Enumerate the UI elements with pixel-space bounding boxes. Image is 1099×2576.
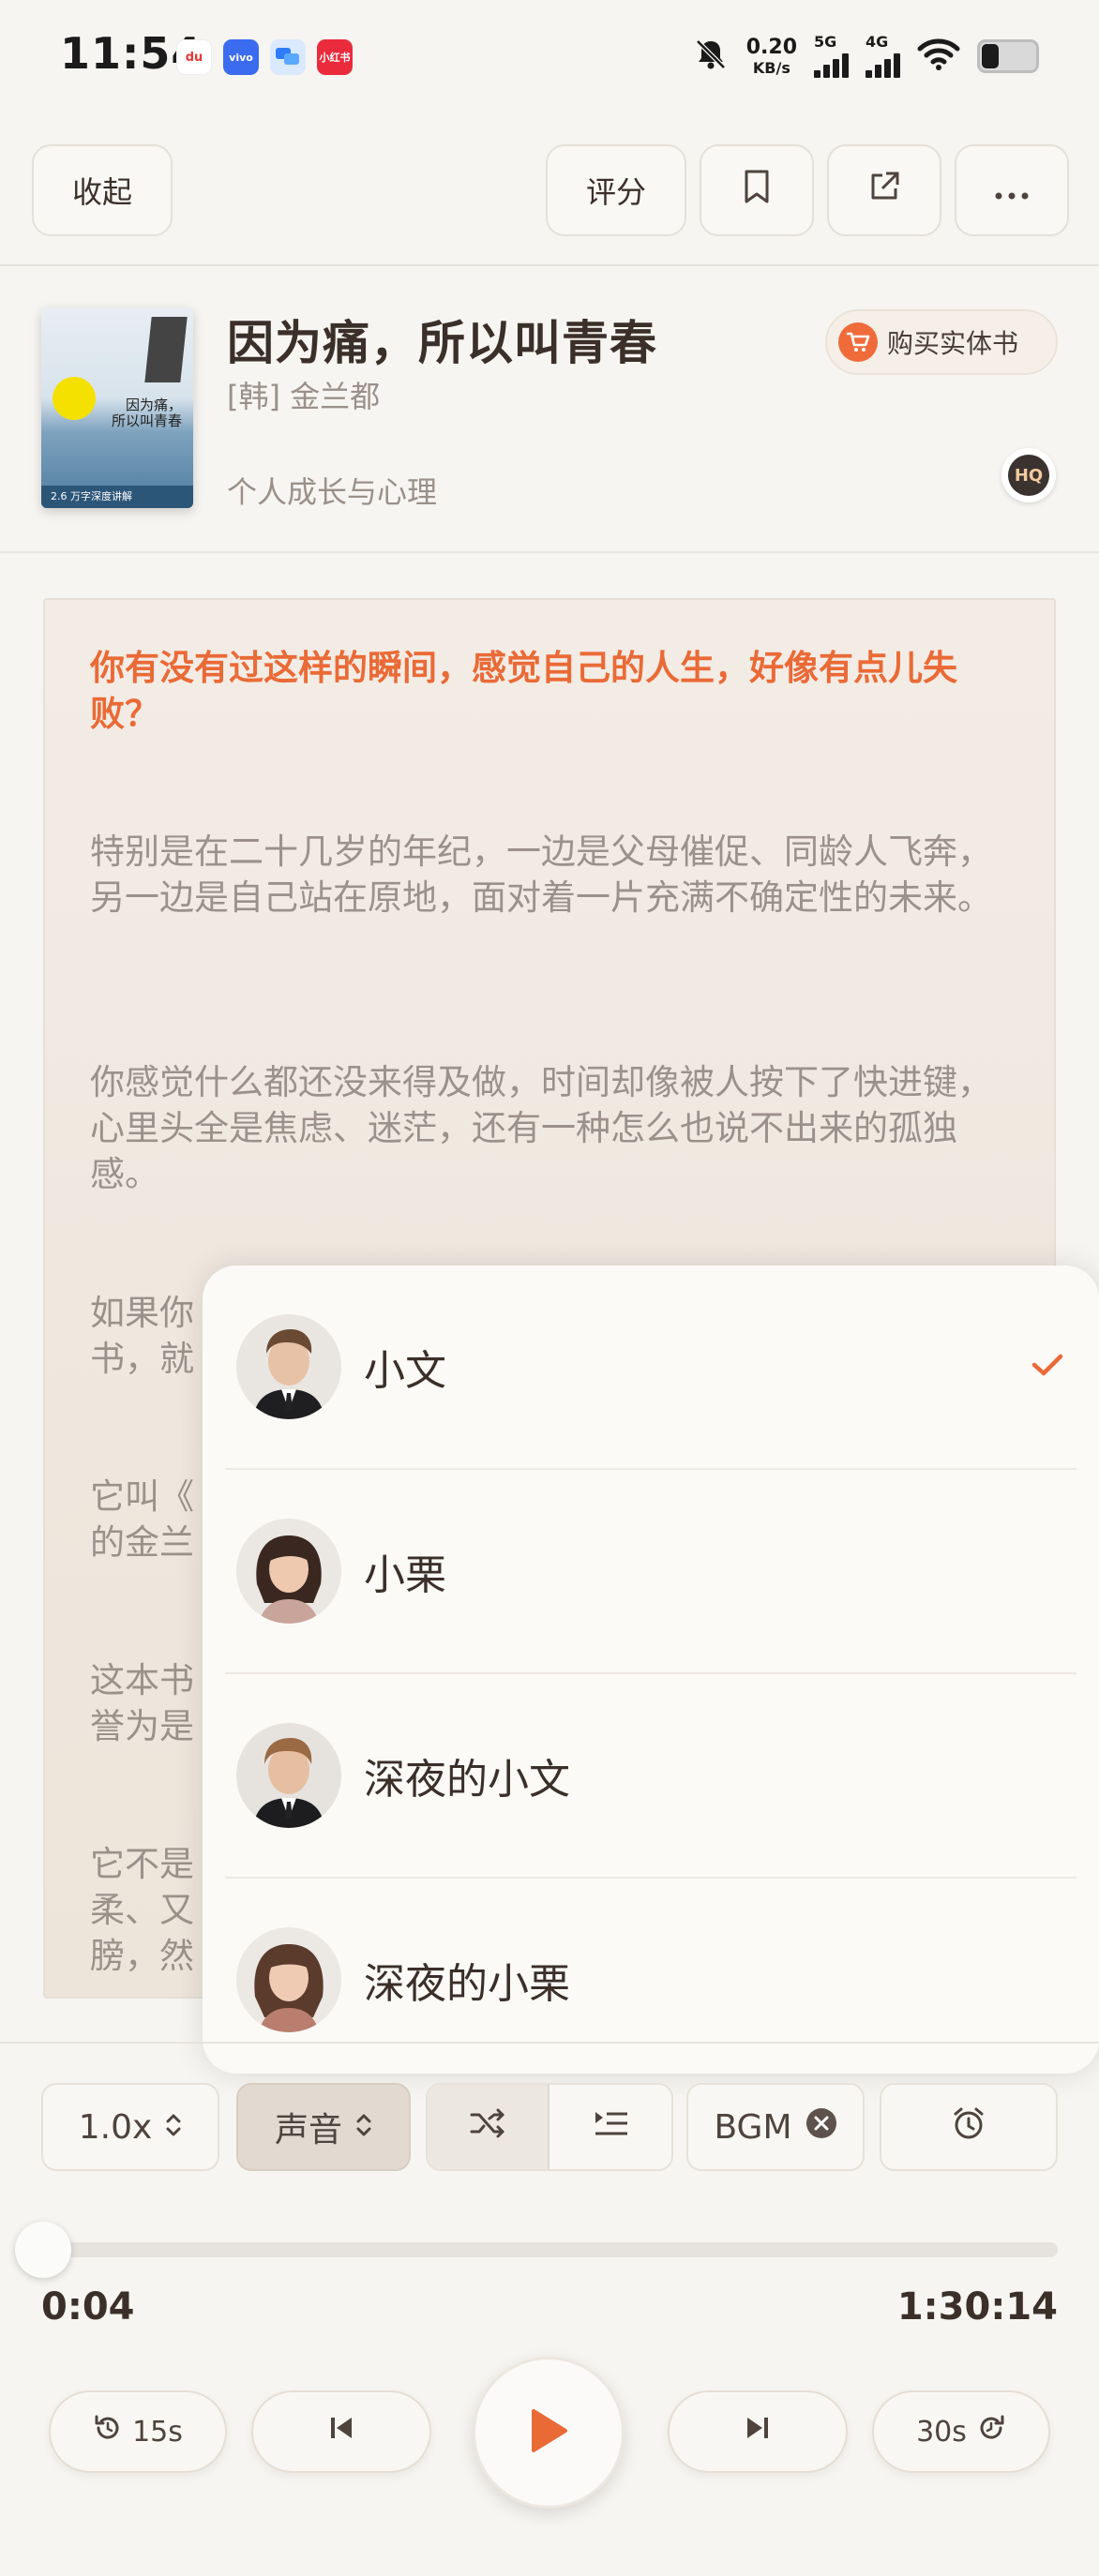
sleep-timer-button[interactable]	[880, 2083, 1058, 2171]
avatar	[236, 1314, 341, 1419]
voice-selector-popup: 小文 小栗 深夜的小文 深夜的小栗	[203, 1266, 1099, 2074]
play-button[interactable]	[473, 2357, 625, 2509]
progress-track[interactable]	[38, 2242, 1058, 2257]
app-vivo-icon: vivo	[223, 39, 259, 75]
app-xiaohongshu-icon: 小红书	[317, 39, 353, 75]
rewind-15s-button[interactable]: 15s	[49, 2390, 227, 2473]
share-icon	[866, 168, 903, 213]
more-button[interactable]	[955, 144, 1069, 236]
updown-chevron-icon	[355, 2108, 372, 2147]
cart-icon	[838, 322, 878, 362]
status-indicators: 0.20 KB/s 5G 4G	[692, 30, 1039, 82]
bgm-label: BGM	[714, 2107, 792, 2147]
updown-chevron-icon	[165, 2108, 182, 2147]
book-author: [韩] 金兰都	[227, 379, 381, 414]
voice-name: 深夜的小文	[364, 1756, 570, 1804]
highlighted-paragraph: 你有没有过这样的瞬间，感觉自己的人生，好像有点儿失败？	[90, 648, 957, 734]
speed-selector[interactable]: 1.0x	[41, 2083, 219, 2171]
voice-selector[interactable]: 声音	[236, 2083, 411, 2171]
bookmark-button[interactable]	[700, 144, 814, 236]
voice-name: 小文	[364, 1347, 446, 1395]
battery-icon	[977, 39, 1039, 73]
buy-physical-book-button[interactable]: 购买实体书	[825, 309, 1058, 375]
share-button[interactable]	[827, 144, 941, 236]
forward-label: 30s	[916, 2415, 967, 2449]
signal-5g-icon: 5G	[814, 35, 849, 78]
forward-icon	[976, 2413, 1006, 2450]
controls-divider	[0, 2042, 1099, 2044]
bookmark-icon	[741, 168, 773, 213]
playback-mode-group	[426, 2083, 673, 2171]
more-dots-icon	[993, 172, 1031, 208]
paragraph: 你感觉什么都还没来得及做，时间却像被人按下了快进键，心里头全是焦虑、迷茫，还有一…	[90, 1062, 992, 1194]
cover-title: 因为痛， 所以叫青春	[111, 397, 182, 429]
voice-label: 声音	[274, 2111, 342, 2149]
cover-footer: 2.6 万字深度讲解	[41, 486, 193, 508]
speed-label: 1.0x	[78, 2107, 153, 2147]
voice-name: 深夜的小栗	[364, 1960, 570, 2008]
book-cover[interactable]: 因为痛， 所以叫青春 2.6 万字深度讲解	[41, 307, 193, 508]
rewind-icon	[93, 2413, 123, 2450]
skip-previous-icon	[328, 2414, 354, 2449]
wifi-icon	[917, 37, 960, 75]
paragraph: 特别是在二十几岁的年纪，一边是父母催促、同龄人飞奔，另一边是自己站在原地，面对着…	[90, 831, 992, 918]
voice-option-xiaoli[interactable]: 小栗	[203, 1470, 1099, 1672]
avatar	[236, 1927, 341, 2032]
toolbar-divider	[0, 264, 1099, 266]
collapse-button[interactable]: 收起	[32, 144, 173, 236]
selected-check-icon	[1031, 1353, 1063, 1381]
header-divider	[0, 551, 1099, 553]
book-title: 因为痛，所以叫青春	[227, 316, 657, 370]
buy-label: 购买实体书	[887, 328, 1019, 359]
voice-option-xiaowen[interactable]: 小文	[203, 1266, 1099, 1468]
progress-knob[interactable]	[15, 2222, 71, 2278]
playlist-icon	[592, 2108, 629, 2147]
hq-badge[interactable]: HQ	[1001, 448, 1056, 502]
skip-next-icon	[745, 2414, 771, 2449]
forward-30s-button[interactable]: 30s	[872, 2390, 1050, 2473]
app-chat-icon	[270, 39, 306, 75]
avatar	[236, 1519, 341, 1624]
shuffle-icon	[469, 2107, 506, 2148]
bgm-toggle[interactable]: BGM	[686, 2083, 865, 2171]
rate-button[interactable]: 评分	[546, 144, 686, 236]
avatar	[236, 1723, 341, 1828]
app-du-icon: du	[176, 39, 212, 75]
signal-4g-icon: 4G	[866, 35, 900, 78]
sequential-button[interactable]	[550, 2085, 671, 2169]
voice-name: 小栗	[364, 1551, 446, 1599]
shuffle-button[interactable]	[428, 2085, 550, 2169]
play-icon	[528, 2407, 569, 2458]
rewind-label: 15s	[132, 2415, 183, 2449]
voice-option-late-night-xiaowen[interactable]: 深夜的小文	[203, 1674, 1099, 1877]
net-speed: 0.20 KB/s	[745, 35, 797, 77]
hq-icon: HQ	[1008, 455, 1049, 496]
total-time: 1:30:14	[896, 2285, 1058, 2329]
mute-bell-icon	[692, 36, 730, 77]
alarm-clock-icon	[951, 2105, 986, 2149]
voice-option-late-night-xiaoli[interactable]: 深夜的小栗	[203, 1879, 1099, 2081]
book-category: 个人成长与心理	[227, 474, 438, 510]
next-button[interactable]	[668, 2390, 848, 2473]
previous-button[interactable]	[251, 2390, 431, 2473]
close-circle-icon[interactable]	[805, 2107, 837, 2148]
current-time: 0:04	[41, 2285, 135, 2329]
status-bar: 11:54 du vivo 小红书 0.20 KB/s 5G 4G	[0, 0, 1099, 112]
